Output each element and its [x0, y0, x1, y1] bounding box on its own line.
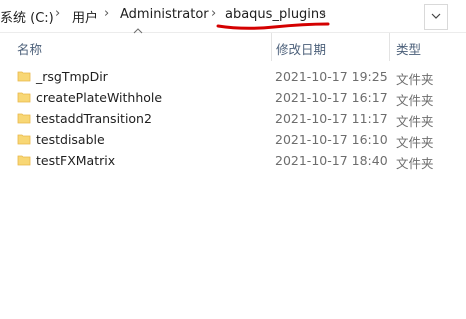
- address-bar[interactable]: 系统 (C:) › 用户 › Administrator › abaqus_pl…: [0, 0, 466, 33]
- file-row[interactable]: testdisable 2021-10-17 16:10 文件夹: [12, 130, 452, 150]
- folder-icon: [17, 134, 31, 145]
- breadcrumb-administrator[interactable]: Administrator: [120, 7, 209, 22]
- column-date-modified[interactable]: 修改日期: [276, 39, 326, 58]
- column-divider[interactable]: [271, 33, 272, 61]
- chevron-right-icon[interactable]: ›: [211, 6, 216, 21]
- column-name[interactable]: 名称: [17, 39, 42, 58]
- file-date: 2021-10-17 16:17: [275, 90, 388, 105]
- file-row[interactable]: testaddTransition2 2021-10-17 11:17 文件夹: [12, 109, 452, 129]
- file-type: 文件夹: [396, 156, 434, 171]
- folder-icon: [17, 155, 31, 166]
- folder-icon: [17, 71, 31, 82]
- file-name: createPlateWithhole: [36, 90, 163, 105]
- breadcrumb-users[interactable]: 用户: [72, 7, 98, 26]
- file-row[interactable]: testFXMatrix 2021-10-17 18:40 文件夹: [12, 151, 452, 171]
- column-type[interactable]: 类型: [396, 39, 421, 58]
- folder-icon: [17, 113, 31, 124]
- chevron-right-icon[interactable]: ›: [321, 6, 326, 21]
- file-type: 文件夹: [396, 72, 434, 87]
- file-name: testaddTransition2: [36, 111, 152, 126]
- file-name: _rsgTmpDir: [36, 69, 108, 84]
- chevron-right-icon[interactable]: ›: [55, 6, 60, 21]
- file-date: 2021-10-17 18:40: [275, 153, 388, 168]
- file-type: 文件夹: [396, 135, 434, 150]
- file-row[interactable]: createPlateWithhole 2021-10-17 16:17 文件夹: [12, 88, 452, 108]
- red-underline-annotation: [216, 22, 330, 30]
- refresh-button-partial[interactable]: [449, 4, 466, 28]
- file-type: 文件夹: [396, 93, 434, 108]
- file-name: testFXMatrix: [36, 153, 116, 168]
- column-header: 名称 修改日期 类型: [0, 33, 466, 61]
- address-dropdown-button[interactable]: [424, 4, 448, 30]
- file-row[interactable]: _rsgTmpDir 2021-10-17 19:25 文件夹: [12, 67, 452, 87]
- sort-ascending-icon: [133, 28, 143, 34]
- chevron-down-icon: [431, 13, 441, 19]
- breadcrumb-drive[interactable]: 系统 (C:): [0, 7, 54, 26]
- file-date: 2021-10-17 11:17: [275, 111, 388, 126]
- folder-icon: [17, 92, 31, 103]
- column-divider[interactable]: [389, 33, 390, 61]
- chevron-right-icon[interactable]: ›: [104, 6, 109, 21]
- file-name: testdisable: [36, 132, 105, 147]
- file-date: 2021-10-17 16:10: [275, 132, 388, 147]
- file-date: 2021-10-17 19:25: [275, 69, 388, 84]
- file-type: 文件夹: [396, 114, 434, 129]
